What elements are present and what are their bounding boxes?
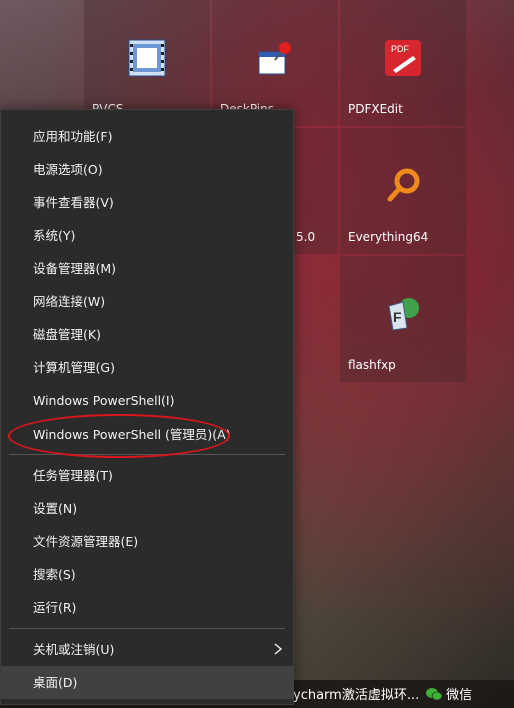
tile-pdfxedit[interactable]: PDF PDFXEdit [340, 0, 466, 126]
menu-item-powershell-admin[interactable]: Windows PowerShell (管理员)(A) [1, 418, 293, 451]
menu-item-file-explorer[interactable]: 文件资源管理器(E) [1, 525, 293, 558]
tile-flashfxp[interactable]: F flashfxp [340, 256, 466, 382]
tile-pvcs[interactable]: PVCS [84, 0, 210, 126]
menu-item-event-viewer[interactable]: 事件查看器(V) [1, 186, 293, 219]
menu-item-settings[interactable]: 设置(N) [1, 492, 293, 525]
menu-item-desktop[interactable]: 桌面(D) [1, 666, 293, 699]
tile-label: 5.0 [296, 230, 316, 244]
flashfxp-icon: F [388, 298, 419, 331]
tile-label: Everything64 [348, 230, 429, 244]
magnifier-icon [387, 168, 420, 202]
winx-context-menu: 应用和功能(F) 电源选项(O) 事件查看器(V) 系统(Y) 设备管理器(M)… [0, 109, 294, 705]
chevron-right-icon [274, 643, 283, 655]
menu-item-task-manager[interactable]: 任务管理器(T) [1, 459, 293, 492]
menu-item-system[interactable]: 系统(Y) [1, 219, 293, 252]
menu-item-label: 关机或注销(U) [33, 642, 115, 657]
taskbar-item-label: 微信 [446, 688, 473, 703]
pushpin-icon [258, 42, 291, 75]
taskbar-item-pycharm[interactable]: ycharm激活虚拟环... [293, 684, 419, 703]
wechat-icon [426, 688, 443, 701]
menu-item-network-connections[interactable]: 网络连接(W) [1, 285, 293, 318]
tile-label: PDFXEdit [348, 102, 403, 116]
svg-text:F: F [393, 309, 402, 325]
menu-item-power-options[interactable]: 电源选项(O) [1, 153, 293, 186]
film-icon [128, 39, 166, 77]
menu-item-device-manager[interactable]: 设备管理器(M) [1, 252, 293, 285]
svg-text:PDF: PDF [391, 44, 410, 54]
tile-everything64[interactable]: Everything64 [340, 128, 466, 254]
taskbar-item-wechat[interactable]: 微信 [426, 684, 472, 703]
tile-label: flashfxp [348, 358, 396, 372]
menu-item-apps-features[interactable]: 应用和功能(F) [1, 120, 293, 153]
menu-separator [9, 454, 285, 455]
menu-item-shutdown-signout[interactable]: 关机或注销(U) [1, 633, 293, 666]
menu-item-search[interactable]: 搜索(S) [1, 558, 293, 591]
tile-deskpins[interactable]: DeskPins [212, 0, 338, 126]
menu-item-disk-management[interactable]: 磁盘管理(K) [1, 318, 293, 351]
menu-item-powershell[interactable]: Windows PowerShell(I) [1, 384, 293, 417]
menu-item-computer-management[interactable]: 计算机管理(G) [1, 351, 293, 384]
pdf-icon: PDF [385, 40, 421, 76]
menu-separator [9, 628, 285, 629]
menu-item-run[interactable]: 运行(R) [1, 591, 293, 624]
